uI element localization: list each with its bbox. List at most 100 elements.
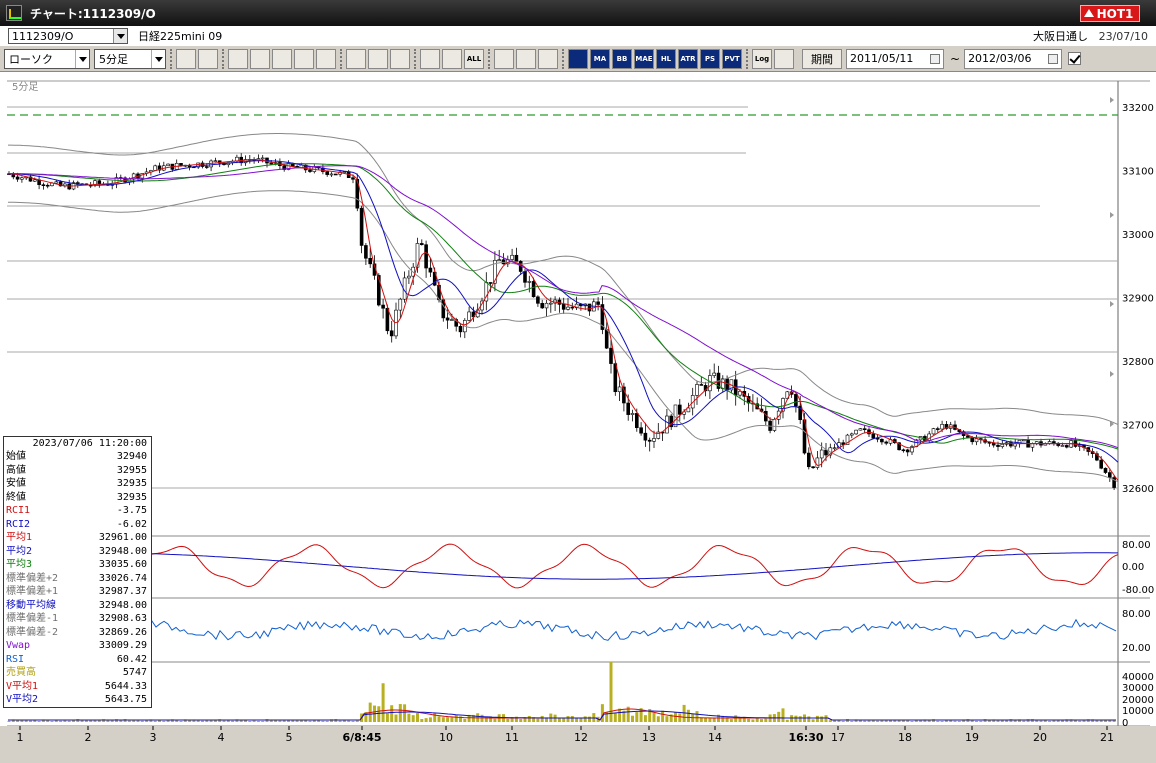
ps-button[interactable]: PS [700,48,720,69]
pvt-button[interactable]: PVT [722,48,742,69]
settings-button[interactable] [494,48,514,69]
chart-type-select[interactable]: ローソク [4,48,90,69]
interval-select[interactable]: 5分足 [94,48,166,69]
candle-body [699,384,704,386]
candle-body [419,243,424,245]
color-button[interactable] [538,48,558,69]
price-tick-label: 33100 [1122,167,1154,178]
candle-body [544,302,549,309]
info-label: 標準偏差+1 [6,586,59,597]
price-chart[interactable]: 33200 33100 33000 32900 32800 32700 32600 80.00… [0,72,1156,760]
chart-area[interactable]: 33200 33100 33000 32900 32800 32700 32600 80.00… [0,72,1156,760]
period-button[interactable]: 期間 [802,48,842,69]
clock-button[interactable] [250,48,270,69]
volume-bar [708,718,712,722]
volume-bar [712,718,716,722]
atr-button[interactable]: ATR [678,48,698,69]
log-button[interactable]: Log [752,48,772,69]
volume-bar [751,719,755,722]
volume-bar [308,720,312,722]
time-tick-label: 14 [708,731,722,744]
info-label: 始値 [6,451,26,462]
hl-button[interactable]: HL [656,48,676,69]
ruler-button[interactable] [198,48,218,69]
info-value: 32940 [116,451,147,462]
volume-bar [704,717,708,722]
volume-bar [153,720,157,722]
volume-bar [695,711,699,722]
candle-body [501,259,506,265]
expand-button[interactable] [420,48,440,69]
candle-body [806,452,811,468]
volume-bar [807,716,811,722]
cursor-button[interactable] [368,48,388,69]
tool-button[interactable] [516,48,536,69]
triangle-icon [1084,9,1094,17]
volume-bar [463,718,467,722]
calendar-icon[interactable] [930,53,940,64]
candle-body [634,413,639,428]
app-chart-icon [6,5,22,21]
volume-bar [652,712,656,722]
download-button[interactable] [228,48,248,69]
candle-body [647,439,652,442]
interval-label: 5分足 [12,81,38,93]
ma-button[interactable]: MA [590,48,610,69]
info-value: -3.75 [116,505,147,516]
instrument-code-select[interactable]: 1112309/O [8,28,128,44]
bb-icon: BB [616,54,628,63]
info-row: Vwap 33009.29 [4,639,151,653]
calendar-icon[interactable] [1048,53,1059,64]
volume-bar [76,719,80,722]
volume-bar [411,715,415,722]
price-tick-label: 32800 [1122,357,1154,368]
pencil-button[interactable] [346,48,366,69]
volume-bar [755,717,759,722]
zoom-button[interactable] [176,48,196,69]
volume-bar [975,720,978,722]
mae-button[interactable]: MAE [634,48,654,69]
info-value: 32908.63 [98,613,147,624]
info-value: 32987.37 [98,586,147,597]
info-value: 32961.00 [98,532,147,543]
volume-bar [798,716,802,722]
toolbar-buttons: ALL MA BB MAE HL ATR PS PVT Log [166,48,794,69]
volume-bar [643,715,647,722]
date-from-input[interactable]: 2011/05/11 [846,48,944,69]
chevron-down-icon[interactable] [151,49,165,68]
candle-button[interactable] [294,48,314,69]
volume-bar [996,720,1000,722]
pvt-icon: PVT [724,54,740,63]
candle-body [630,413,635,415]
candle-body [867,429,871,435]
volume-bar [811,719,815,722]
date-to-input[interactable]: 2012/03/06 [964,48,1063,69]
warning-button[interactable] [316,48,336,69]
window-button[interactable] [774,48,794,69]
volume-bar [179,720,183,722]
info-value: 33026.74 [98,572,147,584]
bb-button[interactable]: BB [612,48,632,69]
chevron-down-icon[interactable] [75,49,89,68]
candle-body [1052,441,1056,444]
all-button[interactable]: ALL [464,48,484,69]
candle-body [458,325,463,333]
hot-badge[interactable]: HOT1 [1080,5,1140,22]
shrink-button[interactable] [442,48,462,69]
candle-body [205,166,209,168]
volume-bar [910,720,914,722]
bar-chart-button[interactable] [272,48,292,69]
candle-body [996,444,1000,447]
info-row: 移動平均線 32948.00 [4,599,151,613]
volume-bar [678,713,682,722]
undo-button[interactable] [390,48,410,69]
all-icon: ALL [466,54,482,63]
volume-bar [656,716,660,722]
info-label: RSI [6,653,25,665]
chevron-down-icon[interactable] [113,29,127,43]
ind-grid-button[interactable] [568,48,588,69]
info-row: 安値 32935 [4,477,151,491]
candle-body [424,244,428,269]
period-checkbox[interactable] [1068,52,1082,65]
atr-icon: ATR [680,54,696,63]
